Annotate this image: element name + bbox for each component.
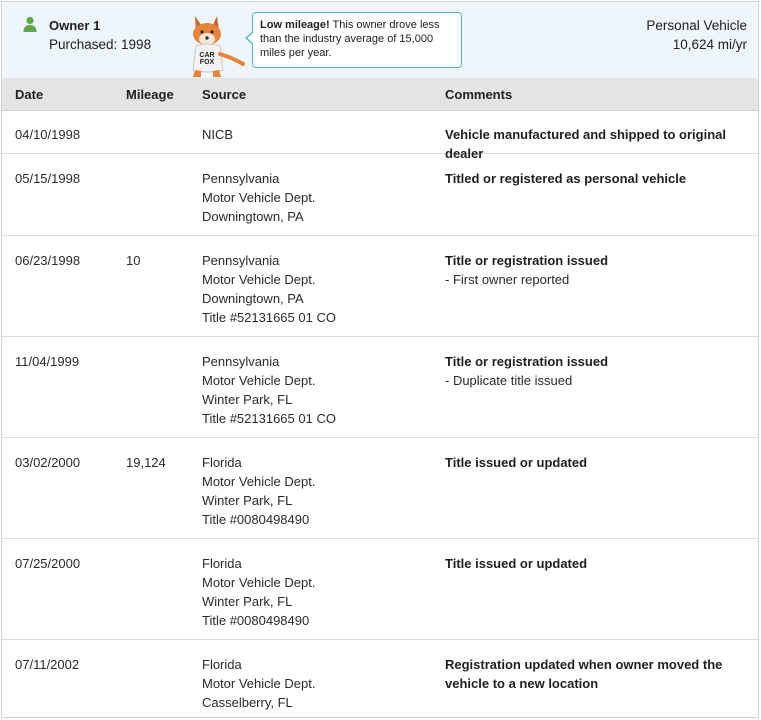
owner-header: Owner 1 Purchased: 1998 CAR FOX Low mile… bbox=[2, 2, 758, 79]
source-line: Downingtown, PA bbox=[202, 291, 304, 306]
comment-title: Title or registration issued bbox=[445, 354, 609, 369]
mascot-shirt-text-bottom: FOX bbox=[200, 59, 215, 66]
row-date: 06/23/1998 bbox=[15, 253, 81, 268]
source-line: Motor Vehicle Dept. bbox=[202, 373, 316, 388]
mascot-shirt-text-top: CAR bbox=[199, 52, 214, 59]
row-date: 04/10/1998 bbox=[15, 127, 81, 142]
tip-title: Low mileage! bbox=[260, 19, 330, 31]
source-line: Pennsylvania bbox=[202, 253, 280, 268]
column-header-comments: Comments bbox=[445, 87, 513, 102]
table-header: Date Mileage Source Comments bbox=[2, 78, 758, 111]
column-header-source: Source bbox=[202, 87, 247, 102]
low-mileage-tip: Low mileage! This owner drove less than … bbox=[252, 12, 462, 68]
row-mileage: 10 bbox=[126, 253, 141, 268]
comment-title: Registration updated when owner moved th… bbox=[445, 657, 723, 691]
row-comments: Titled or registered as personal vehicle bbox=[445, 169, 745, 188]
table-row: 06/23/1998 10 Pennsylvania Motor Vehicle… bbox=[2, 236, 758, 337]
comment-title: Titled or registered as personal vehicle bbox=[445, 171, 687, 186]
source-line: Title #52131665 01 CO bbox=[202, 411, 336, 426]
comment-detail: - First owner reported bbox=[445, 272, 570, 287]
table-row: 03/02/2000 19,124 Florida Motor Vehicle … bbox=[2, 438, 758, 539]
column-header-date: Date bbox=[15, 87, 44, 102]
person-icon bbox=[23, 16, 37, 32]
table-row: 11/04/1999 Pennsylvania Motor Vehicle De… bbox=[2, 337, 758, 438]
row-comments: Title or registration issued - First own… bbox=[445, 251, 745, 289]
comment-title: Title issued or updated bbox=[445, 556, 588, 571]
row-source: Pennsylvania Motor Vehicle Dept. Winter … bbox=[202, 352, 432, 428]
source-line: Winter Park, FL bbox=[202, 594, 293, 609]
row-date: 03/02/2000 bbox=[15, 455, 81, 470]
row-date: 07/25/2000 bbox=[15, 556, 81, 571]
source-line: Florida bbox=[202, 455, 242, 470]
purchase-year: Purchased: 1998 bbox=[49, 37, 152, 52]
miles-per-year: 10,624 mi/yr bbox=[672, 37, 747, 52]
comment-title: Title or registration issued bbox=[445, 253, 609, 268]
row-comments: Registration updated when owner moved th… bbox=[445, 655, 745, 693]
source-line: Winter Park, FL bbox=[202, 493, 293, 508]
row-comments: Title issued or updated bbox=[445, 453, 745, 472]
source-line: Title #0080498490 bbox=[202, 613, 310, 628]
source-line: Florida bbox=[202, 556, 242, 571]
row-source: Florida Motor Vehicle Dept. Casselberry,… bbox=[202, 655, 432, 712]
vehicle-type: Personal Vehicle bbox=[646, 18, 747, 33]
source-line: Motor Vehicle Dept. bbox=[202, 575, 316, 590]
table-row: 04/10/1998 NICB Vehicle manufactured and… bbox=[2, 110, 758, 161]
row-comments: Title or registration issued - Duplicate… bbox=[445, 352, 745, 390]
row-source: NICB bbox=[202, 125, 432, 144]
row-comments: Title issued or updated bbox=[445, 554, 745, 573]
source-line: NICB bbox=[202, 127, 234, 142]
source-line: Florida bbox=[202, 657, 242, 672]
source-line: Title #0080498490 bbox=[202, 512, 310, 527]
source-line: Motor Vehicle Dept. bbox=[202, 676, 316, 691]
source-line: Motor Vehicle Dept. bbox=[202, 190, 316, 205]
comment-title: Title issued or updated bbox=[445, 455, 588, 470]
owner-history-card: Owner 1 Purchased: 1998 CAR FOX Low mile… bbox=[1, 1, 759, 718]
column-header-mileage: Mileage bbox=[126, 87, 174, 102]
row-mileage: 19,124 bbox=[126, 455, 166, 470]
table-row: 07/25/2000 Florida Motor Vehicle Dept. W… bbox=[2, 539, 758, 640]
source-line: Title #52131665 01 CO bbox=[202, 310, 336, 325]
source-line: Winter Park, FL bbox=[202, 392, 293, 407]
owner-name: Owner 1 bbox=[49, 18, 101, 33]
row-source: Florida Motor Vehicle Dept. Winter Park,… bbox=[202, 453, 432, 529]
row-source: Pennsylvania Motor Vehicle Dept. Downing… bbox=[202, 251, 432, 327]
carfox-mascot-icon: CAR FOX bbox=[192, 16, 245, 77]
source-line: Motor Vehicle Dept. bbox=[202, 474, 316, 489]
row-source: Pennsylvania Motor Vehicle Dept. Downing… bbox=[202, 169, 432, 226]
table-row: 05/15/1998 Pennsylvania Motor Vehicle De… bbox=[2, 154, 758, 236]
row-date: 07/11/2002 bbox=[15, 657, 80, 672]
comment-detail: - Duplicate title issued bbox=[445, 373, 573, 388]
source-line: Pennsylvania bbox=[202, 354, 280, 369]
source-line: Pennsylvania bbox=[202, 171, 280, 186]
source-line: Downingtown, PA bbox=[202, 209, 304, 224]
source-line: Casselberry, FL bbox=[202, 695, 293, 710]
source-line: Motor Vehicle Dept. bbox=[202, 272, 316, 287]
row-date: 11/04/1999 bbox=[15, 354, 80, 369]
table-row: 07/11/2002 Florida Motor Vehicle Dept. C… bbox=[2, 640, 758, 717]
bubble-tail-inner bbox=[247, 33, 253, 43]
row-source: Florida Motor Vehicle Dept. Winter Park,… bbox=[202, 554, 432, 630]
row-date: 05/15/1998 bbox=[15, 171, 81, 186]
